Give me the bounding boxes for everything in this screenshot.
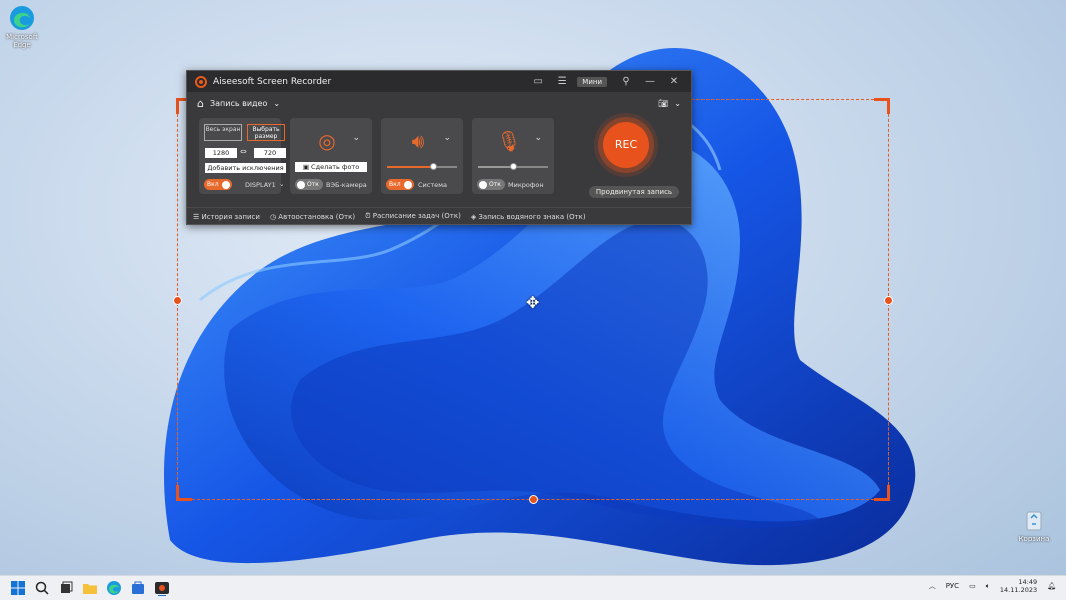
language-indicator[interactable]: РУС <box>946 582 959 590</box>
watermark-item[interactable]: ◈ Запись водяного знака (Отк) <box>471 213 586 221</box>
chevron-down-icon[interactable]: ⌄ <box>279 180 284 188</box>
microphone-off-icon: 🎙︎ <box>496 129 522 153</box>
system-volume-slider[interactable] <box>387 163 457 170</box>
chat-icon[interactable]: ▭ <box>529 76 547 87</box>
screen-recorder-taskbar-icon[interactable] <box>154 580 170 596</box>
speaker-icon: 🔊︎ <box>411 129 425 153</box>
history-label: История записи <box>201 212 260 221</box>
menu-icon[interactable]: ☰ <box>553 76 571 87</box>
resize-handle-bottom[interactable] <box>529 495 538 504</box>
notification-icon[interactable]: 🔔︎ <box>1047 582 1056 590</box>
resize-handle-right[interactable] <box>884 296 893 305</box>
camera-icon: ▣ <box>302 163 312 171</box>
mode-bar: ⌂ Запись видео ⌄ 📷︎ ⌄ <box>187 92 691 114</box>
chevron-up-icon[interactable]: ︿ <box>929 581 936 591</box>
windows-start-icon[interactable] <box>10 580 26 596</box>
snapshot-button[interactable]: ▣ Сделать фото <box>295 162 367 172</box>
chevron-down-icon[interactable]: ⌄ <box>352 133 360 143</box>
task-view-icon[interactable] <box>58 580 74 596</box>
desktop-icon-recycle-bin[interactable]: Корзина <box>1012 506 1056 543</box>
resize-corner-bottom-left[interactable] <box>176 485 192 501</box>
webcam-label: ВЭБ-камера <box>326 181 367 189</box>
microphone-panel: 🎙︎ ⌄ Отк Микрофон <box>472 118 554 194</box>
desktop-icon-label: Корзина <box>1018 535 1050 543</box>
app-logo-icon <box>195 75 207 88</box>
autostop-label: Автоостановка (Отк) <box>278 212 356 221</box>
snapshot-label: Сделать фото <box>311 163 360 171</box>
chevron-down-icon[interactable]: ⌄ <box>674 99 681 108</box>
add-exclusion-button[interactable]: Добавить исключения <box>205 163 286 173</box>
volume-icon[interactable]: 🔈︎ <box>986 582 990 591</box>
chevron-down-icon[interactable]: ⌄ <box>534 133 542 143</box>
mic-toggle[interactable]: Отк <box>477 179 505 190</box>
schedule-item[interactable]: ⏰︎ Расписание задач (Отк) <box>365 212 461 221</box>
clock[interactable]: 14:49 14.11.2023 <box>1000 578 1037 594</box>
list-icon: ☰ <box>193 212 202 221</box>
history-item[interactable]: ☰ История записи <box>193 213 260 221</box>
webcam-off-icon: ◎ <box>318 129 336 153</box>
chevron-down-icon[interactable]: ⌄ <box>273 99 280 108</box>
search-icon[interactable] <box>34 580 50 596</box>
chevron-down-icon[interactable]: ⌄ <box>443 133 451 143</box>
taskbar: ︿ РУС ▭ 🔈︎ 14:49 14.11.2023 🔔︎ <box>0 575 1066 600</box>
advanced-record-button[interactable]: Продвинутая запись <box>589 186 679 198</box>
full-screen-button[interactable]: Весь экран <box>204 124 242 141</box>
move-cursor-icon[interactable]: ✥ <box>526 293 539 312</box>
record-area: REC Продвинутая запись <box>578 117 688 201</box>
resize-handle-left[interactable] <box>173 296 182 305</box>
display-toggle[interactable]: Вкл <box>204 179 232 190</box>
webcam-toggle[interactable]: Отк <box>295 179 323 190</box>
webcam-panel: ◎ ⌄ ▣ Сделать фото Отк ВЭБ-камера <box>290 118 372 194</box>
link-icon[interactable]: ⇔ <box>240 147 247 156</box>
desktop-icon-label: Microsoft Edge <box>6 33 38 49</box>
rec-button[interactable]: REC <box>603 122 649 168</box>
height-input[interactable]: 720 <box>254 148 286 158</box>
mode-dropdown[interactable]: Запись видео <box>210 99 267 108</box>
file-explorer-icon[interactable] <box>82 580 98 596</box>
display-select[interactable]: DISPLAY1 <box>245 181 276 189</box>
watermark-label: Запись водяного знака (Отк) <box>478 212 586 221</box>
minimize-button[interactable]: — <box>641 76 659 87</box>
select-size-button[interactable]: Выбрать размер <box>247 124 285 141</box>
close-button[interactable]: ✕ <box>665 76 683 87</box>
clock-date: 14.11.2023 <box>999 586 1038 594</box>
mini-mode-button[interactable]: Мини <box>577 76 607 87</box>
schedule-label: Расписание задач (Отк) <box>372 212 461 220</box>
autostop-item[interactable]: ◷ Автоостановка (Отк) <box>270 213 355 221</box>
mic-label: Микрофон <box>508 181 544 189</box>
edge-icon <box>8 4 36 32</box>
home-icon[interactable]: ⌂ <box>197 97 204 110</box>
system-toggle[interactable]: Вкл <box>386 179 414 190</box>
screen-recorder-window: Aiseesoft Screen Recorder ▭ ☰ Мини ⚲ — ✕… <box>186 70 692 225</box>
store-icon[interactable] <box>130 580 146 596</box>
system-tray: ︿ РУС ▭ 🔈︎ 14:49 14.11.2023 🔔︎ <box>929 578 1056 594</box>
resize-corner-bottom-right[interactable] <box>874 485 890 501</box>
mic-volume-slider[interactable] <box>478 163 548 170</box>
system-sound-panel: 🔊︎ ⌄ Вкл Система <box>381 118 463 194</box>
system-label: Система <box>418 181 448 189</box>
clock-time: 14:49 <box>1018 578 1038 586</box>
network-icon[interactable]: ▭ <box>969 582 976 590</box>
window-title: Aiseesoft Screen Recorder <box>213 76 332 87</box>
pin-icon[interactable]: ⚲ <box>617 76 635 87</box>
width-input[interactable]: 1280 <box>205 148 237 158</box>
camera-icon[interactable]: 📷︎ <box>658 99 668 108</box>
edge-icon[interactable] <box>106 580 122 596</box>
title-bar[interactable]: Aiseesoft Screen Recorder ▭ ☰ Мини ⚲ — ✕ <box>187 71 691 92</box>
resize-corner-top-right[interactable] <box>874 98 890 114</box>
recycle-bin-icon <box>1020 506 1048 534</box>
footer-bar: ☰ История записи ◷ Автоостановка (Отк) ⏰… <box>187 207 691 225</box>
display-panel: Весь экран Выбрать размер 1280 ⇔ 720 Доб… <box>199 118 286 194</box>
desktop-icon-edge[interactable]: Microsoft Edge <box>0 4 44 49</box>
alarm-icon: ⏰︎ <box>365 212 373 220</box>
